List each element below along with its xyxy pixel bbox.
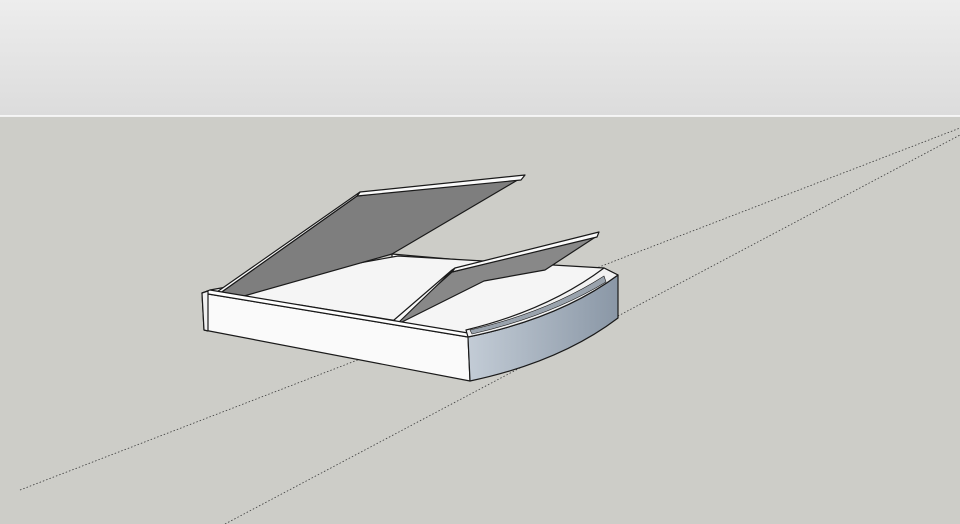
sky (0, 0, 960, 116)
3d-viewport[interactable] (0, 0, 960, 524)
scene-canvas[interactable] (0, 0, 960, 524)
